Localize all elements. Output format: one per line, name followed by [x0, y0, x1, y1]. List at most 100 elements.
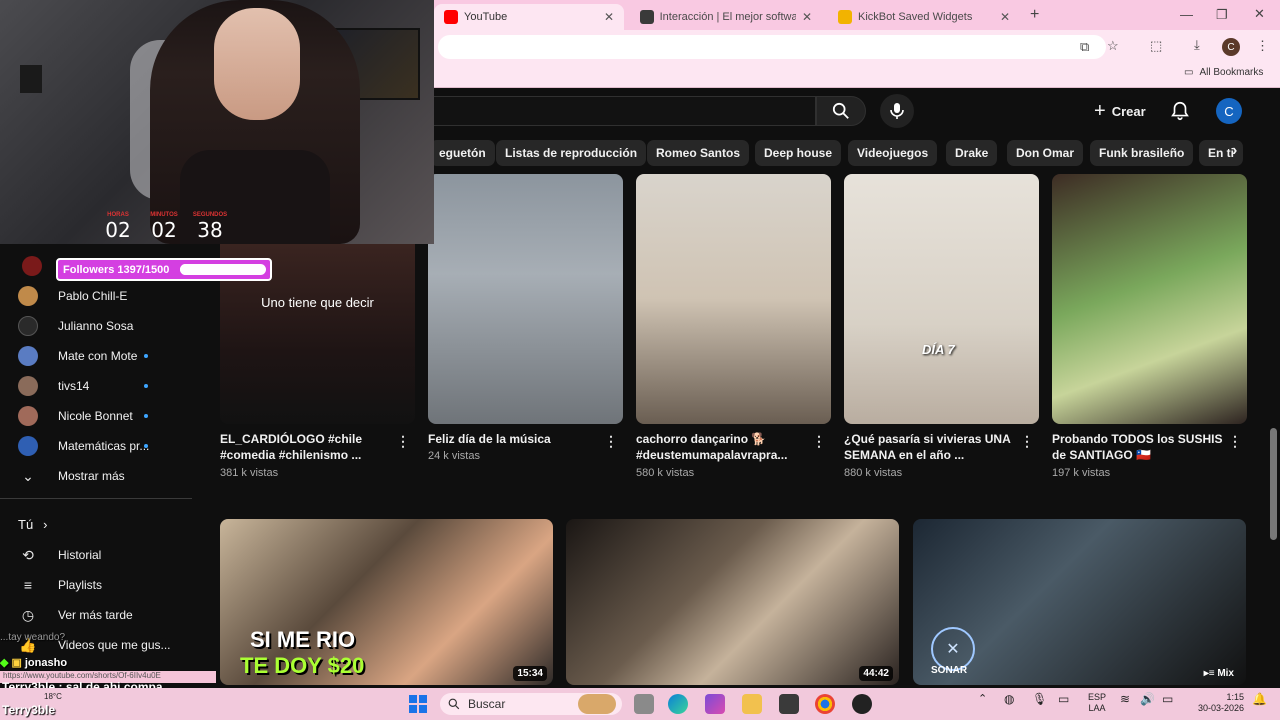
short-title[interactable]: cachorro dançarino 🐕 #deustemumapalavrap…: [636, 431, 808, 463]
sidebar-sub-pablo[interactable]: Pablo Chill-E: [18, 282, 178, 310]
chevron-right-icon[interactable]: ›: [1232, 142, 1237, 160]
sidebar-sub-tivs14[interactable]: tivs14: [18, 372, 178, 400]
short-title[interactable]: EL_CARDIÓLOGO #chile #comedia #chilenism…: [220, 431, 392, 463]
more-options-icon[interactable]: ⋮: [1228, 433, 1242, 450]
short-title[interactable]: ¿Qué pasaría si vivieras UNA SEMANA en e…: [844, 431, 1016, 463]
sidebar-item-label: Ver más tarde: [58, 608, 133, 622]
search-input[interactable]: [434, 96, 816, 126]
video-thumbnail[interactable]: SI ME RIO TE DOY $20 15:34: [220, 519, 553, 685]
minimize-icon[interactable]: —: [1180, 7, 1193, 22]
watch-later-icon: ◷: [21, 606, 35, 623]
sidebar-item-playlists[interactable]: ≡ Playlists: [18, 571, 178, 599]
bookmark-star-icon[interactable]: ☆: [1107, 38, 1119, 54]
history-icon: ⟲: [22, 546, 34, 563]
download-icon[interactable]: ⤓: [1194, 37, 1200, 53]
volume-icon[interactable]: 🔊: [1140, 693, 1155, 705]
windows-logo-icon: [409, 695, 427, 713]
short-views: 197 k vistas: [1052, 467, 1111, 479]
tab-youtube[interactable]: YouTube ✕: [434, 4, 624, 30]
sidebar-sub-mate-con-mote[interactable]: Mate con Mote: [18, 342, 178, 370]
chip-regueton[interactable]: eguetón: [434, 140, 495, 166]
chevron-right-icon: ›: [43, 516, 48, 532]
battery-icon[interactable]: ▭: [1162, 693, 1173, 705]
more-options-icon[interactable]: ⋮: [396, 433, 410, 450]
notifications-icon[interactable]: 🔔: [1252, 693, 1267, 705]
notifications-bell-icon[interactable]: [1168, 100, 1192, 122]
scrollbar-thumb[interactable]: [1270, 428, 1277, 540]
chip-videojuegos[interactable]: Videojuegos: [848, 140, 938, 166]
tray-mic-icon[interactable]: 🎙: [1032, 693, 1047, 705]
search-button[interactable]: [816, 96, 866, 126]
voice-search-button[interactable]: [880, 94, 914, 128]
chip-funk-brasileno[interactable]: Funk brasileño: [1090, 140, 1194, 166]
sidebar-sub-matematicas[interactable]: Matemáticas pr...: [18, 432, 178, 460]
sidebar-item-historial[interactable]: ⟲ Historial: [18, 541, 178, 569]
short-thumbnail[interactable]: DÍA 7: [844, 174, 1039, 424]
sidebar-item-label: Pablo Chill-E: [58, 289, 128, 303]
menu-kebab-icon[interactable]: ⋮: [1256, 38, 1269, 54]
install-app-icon[interactable]: ⧉: [1080, 39, 1089, 55]
scrollbar-track[interactable]: [1268, 90, 1280, 688]
close-tab-icon[interactable]: ✕: [802, 10, 812, 24]
short-thumbnail[interactable]: [636, 174, 831, 424]
weather-temp: 18°C: [44, 692, 62, 701]
sidebar-sub-nicole[interactable]: Nicole Bonnet: [18, 402, 178, 430]
short-title[interactable]: Probando TODOS los SUSHIS de SANTIAGO 🇨🇱: [1052, 431, 1224, 463]
youtube-favicon-icon: [444, 10, 458, 24]
taskbar-search[interactable]: Buscar: [440, 693, 622, 715]
chrome-icon[interactable]: [815, 694, 835, 714]
wifi-icon[interactable]: ≋: [1120, 693, 1130, 705]
weather-widget[interactable]: 18°C: [44, 692, 62, 702]
thumbnail-caption: Uno tiene que decir: [261, 295, 374, 310]
file-explorer-icon[interactable]: [742, 694, 762, 714]
tray-app-icon[interactable]: ◍: [1004, 693, 1014, 705]
all-bookmarks-button[interactable]: ▭ All Bookmarks: [1184, 67, 1263, 78]
tray-display-icon[interactable]: ▭: [1058, 693, 1069, 705]
tab-interaccion[interactable]: Interacción | El mejor software p ✕: [630, 4, 822, 30]
video-thumbnail[interactable]: ✕ SONAR ▸≡ Mix: [913, 519, 1246, 685]
clock[interactable]: 1:15 30-03-2026: [1194, 692, 1244, 714]
short-thumbnail[interactable]: [1052, 174, 1247, 424]
more-options-icon[interactable]: ⋮: [812, 433, 826, 450]
close-window-icon[interactable]: ✕: [1254, 6, 1265, 22]
task-view-icon[interactable]: [634, 694, 654, 714]
video-thumbnail[interactable]: 44:42: [566, 519, 899, 685]
close-tab-icon[interactable]: ✕: [604, 10, 614, 24]
short-thumbnail[interactable]: [428, 174, 623, 424]
tray-chevron-icon[interactable]: ⌃: [978, 694, 987, 705]
chip-deep-house[interactable]: Deep house: [755, 140, 842, 166]
sidebar-item-ver-mas-tarde[interactable]: ◷ Ver más tarde: [18, 601, 178, 629]
chip-romeo-santos[interactable]: Romeo Santos: [647, 140, 750, 166]
maximize-icon[interactable]: ❐: [1216, 7, 1228, 23]
more-options-icon[interactable]: ⋮: [604, 433, 618, 450]
sidebar-item-label: Videos que me gus...: [58, 638, 171, 652]
chat-faded-line: ...tay weando?: [0, 632, 66, 643]
show-more-button[interactable]: ⌄ Mostrar más: [18, 462, 178, 490]
chip-drake[interactable]: Drake: [946, 140, 998, 166]
account-avatar[interactable]: C: [1216, 98, 1242, 124]
short-title[interactable]: Feliz día de la música: [428, 431, 600, 447]
more-options-icon[interactable]: ⋮: [1020, 433, 1034, 450]
sidebar-you-header[interactable]: Tú ›: [18, 510, 178, 538]
obs-icon[interactable]: [852, 694, 872, 714]
create-button[interactable]: + Crear: [1086, 96, 1154, 126]
new-tab-button[interactable]: +: [1030, 6, 1039, 24]
store-icon[interactable]: [779, 694, 799, 714]
start-button[interactable]: [408, 694, 428, 714]
short-views: 880 k vistas: [844, 467, 903, 479]
extensions-icon[interactable]: ⬚: [1150, 38, 1162, 54]
short-views: 381 k vistas: [220, 467, 279, 479]
close-tab-icon[interactable]: ✕: [1000, 10, 1010, 24]
address-input[interactable]: [438, 35, 1106, 59]
profile-avatar[interactable]: C: [1222, 38, 1240, 56]
sidebar-sub-julianno[interactable]: Julianno Sosa: [18, 312, 178, 340]
category-chips: eguetón Listas de reproducción Romeo San…: [434, 140, 1254, 166]
chip-listas[interactable]: Listas de reproducción: [496, 140, 647, 166]
sidebar-item-label: Nicole Bonnet: [58, 409, 133, 423]
copilot-icon[interactable]: [705, 694, 725, 714]
kickbot-favicon-icon: [838, 10, 852, 24]
language-indicator[interactable]: ESP LAA: [1088, 692, 1106, 714]
chip-don-omar[interactable]: Don Omar: [1007, 140, 1084, 166]
edge-icon[interactable]: [668, 694, 688, 714]
tab-kickbot[interactable]: KickBot Saved Widgets ✕: [828, 4, 1020, 30]
